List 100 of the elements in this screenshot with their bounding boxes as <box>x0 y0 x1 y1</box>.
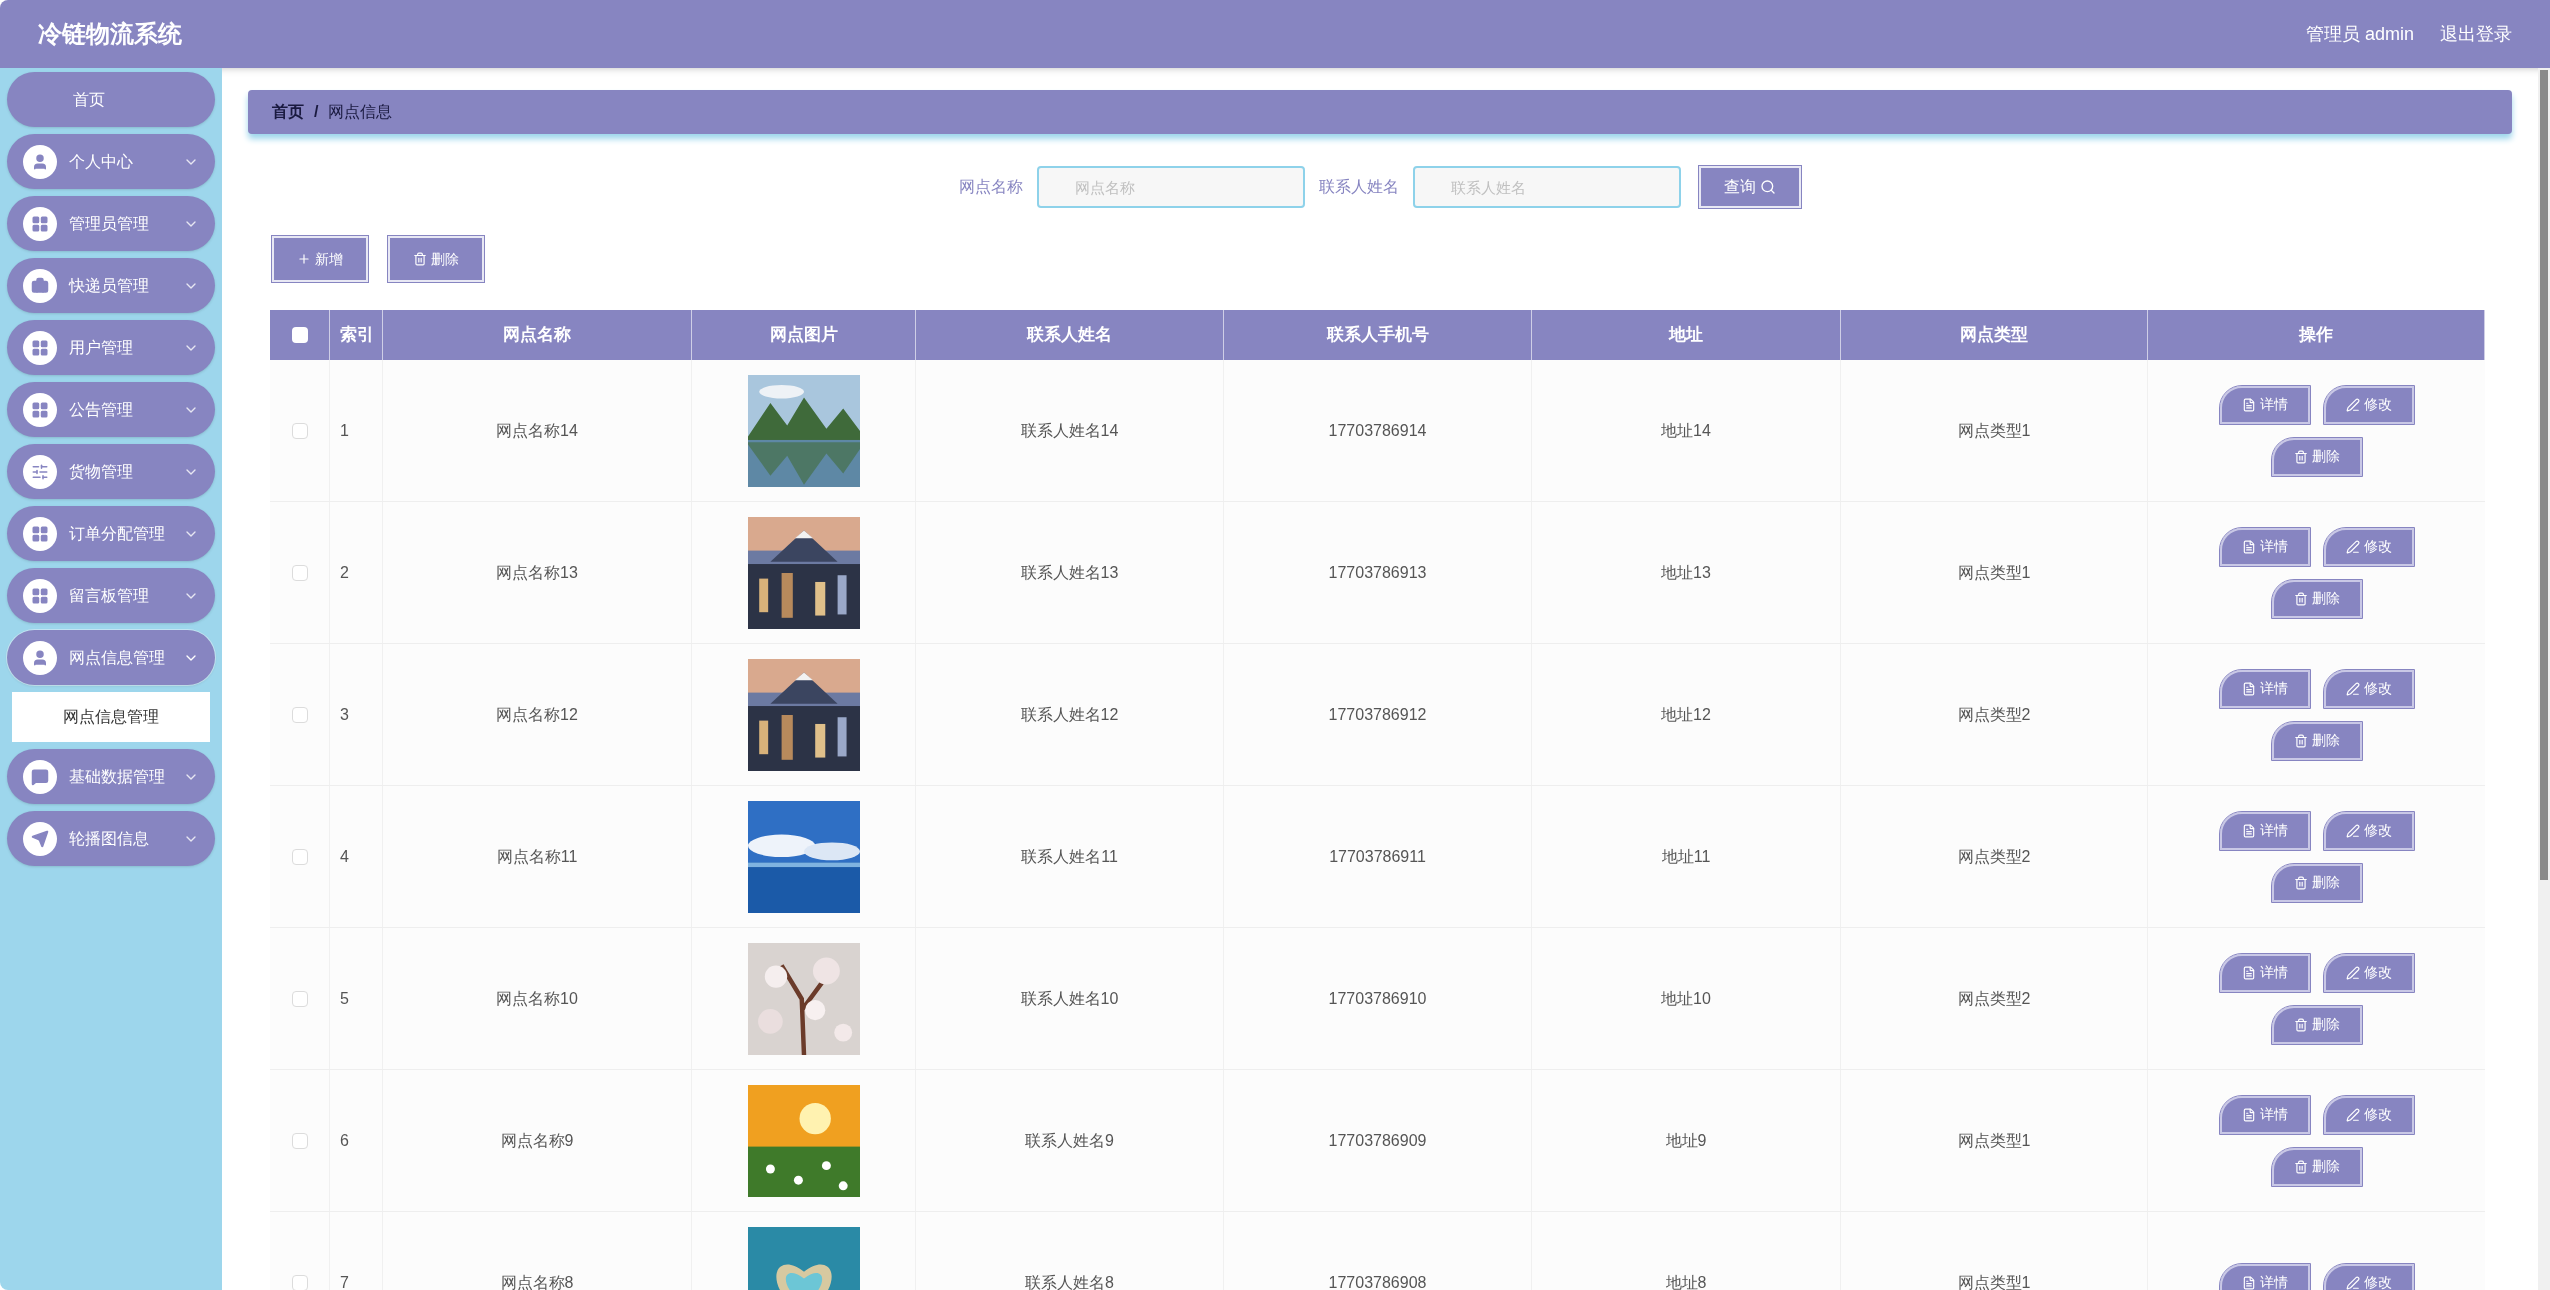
table-cell-text: 联系人姓名12 <box>1020 704 1119 725</box>
table-cell-text: 17703786908 <box>1328 1272 1427 1290</box>
delete-button[interactable]: 删除 <box>2271 863 2362 902</box>
column-header: 网点类型 <box>1960 324 2028 347</box>
delete-button[interactable]: 删除 <box>388 236 484 282</box>
row-checkbox[interactable] <box>291 1132 308 1149</box>
grid-icon <box>23 392 57 427</box>
send-icon <box>23 821 57 856</box>
document-icon <box>2241 539 2256 554</box>
scrollbar[interactable] <box>2538 68 2550 1290</box>
details-button[interactable]: 详情 <box>2219 1095 2310 1134</box>
table-cell-text: 网点类型1 <box>1957 562 2031 583</box>
document-icon <box>2241 397 2256 412</box>
document-icon <box>2241 965 2256 980</box>
details-button[interactable]: 详情 <box>2219 953 2310 992</box>
table-cell-text: 7 <box>340 1272 349 1290</box>
edit-button[interactable]: 修改 <box>2323 953 2414 992</box>
edit-button[interactable]: 修改 <box>2323 811 2414 850</box>
sidebar-item[interactable]: 快递员管理 <box>7 258 215 313</box>
row-checkbox[interactable] <box>291 706 308 723</box>
table-cell-text: 地址13 <box>1661 562 1711 583</box>
column-header: 地址 <box>1669 324 1703 347</box>
pencil-icon <box>2345 965 2360 980</box>
table-cell-text: 网点类型2 <box>1957 846 2031 867</box>
column-header: 网点图片 <box>769 324 838 347</box>
details-button[interactable]: 详情 <box>2219 811 2310 850</box>
edit-button[interactable]: 修改 <box>2323 1263 2414 1290</box>
row-checkbox[interactable] <box>291 422 308 439</box>
search-button[interactable]: 查询 <box>1699 166 1801 208</box>
table-cell-text: 网点类型1 <box>1957 420 2031 441</box>
details-button[interactable]: 详情 <box>2219 669 2310 708</box>
grid-icon <box>23 578 57 613</box>
sidebar-item[interactable]: 管理员管理 <box>7 196 215 251</box>
details-button[interactable]: 详情 <box>2219 385 2310 424</box>
details-button[interactable]: 详情 <box>2219 1263 2310 1290</box>
table-cell-text: 联系人姓名8 <box>1025 1272 1114 1290</box>
table-cell-text: 网点名称12 <box>496 704 578 725</box>
add-button[interactable]: 新增 <box>272 236 368 282</box>
person-icon <box>23 144 57 179</box>
pencil-icon <box>2345 539 2360 554</box>
sidebar-item[interactable]: 公告管理 <box>7 382 215 437</box>
user-label: 管理员 admin <box>2305 22 2414 46</box>
grid-icon <box>23 330 57 365</box>
grid-icon <box>23 206 57 241</box>
table-cell-text: 网点类型2 <box>1957 988 2031 1009</box>
sidebar-item[interactable]: 订单分配管理 <box>7 506 215 561</box>
sidebar-item[interactable]: 轮播图信息 <box>7 811 215 866</box>
sidebar-item[interactable]: 留言板管理 <box>7 568 215 623</box>
edit-button[interactable]: 修改 <box>2323 527 2414 566</box>
pencil-icon <box>2345 397 2360 412</box>
table-cell-text: 地址9 <box>1665 1130 1707 1151</box>
table-cell-text: 网点名称11 <box>496 846 578 867</box>
document-icon <box>2241 1275 2256 1290</box>
row-checkbox[interactable] <box>291 848 308 865</box>
table-cell-text: 5 <box>340 988 349 1009</box>
trash-icon <box>413 252 427 266</box>
table-cell-text: 网点名称8 <box>500 1272 574 1290</box>
edit-button[interactable]: 修改 <box>2323 385 2414 424</box>
table-cell-text: 网点名称13 <box>496 562 578 583</box>
document-icon <box>2241 681 2256 696</box>
table-cell-text: 网点类型1 <box>1957 1130 2031 1151</box>
column-header: 联系人姓名 <box>1027 324 1112 347</box>
details-button[interactable]: 详情 <box>2219 527 2310 566</box>
table-cell-text: 联系人姓名13 <box>1020 562 1119 583</box>
sidebar-item[interactable]: 网点信息管理 <box>7 630 215 685</box>
trash-icon <box>2293 1017 2308 1032</box>
sidebar-item[interactable]: 基础数据管理 <box>7 749 215 804</box>
logout-link[interactable]: 退出登录 <box>2440 20 2512 48</box>
edit-button[interactable]: 修改 <box>2323 669 2414 708</box>
breadcrumb-item[interactable]: 首页 <box>272 100 304 124</box>
delete-button[interactable]: 删除 <box>2271 721 2362 760</box>
field-label: 联系人姓名 <box>1319 177 1399 197</box>
row-checkbox[interactable] <box>291 990 308 1007</box>
column-header: 联系人手机号 <box>1326 324 1429 347</box>
delete-button[interactable]: 删除 <box>2271 579 2362 618</box>
submenu-item[interactable]: 网点信息管理 <box>12 692 210 742</box>
table-cell-text: 17703786909 <box>1328 1130 1427 1151</box>
row-checkbox[interactable] <box>291 564 308 581</box>
document-icon <box>2241 1107 2256 1122</box>
column-header: 索引 <box>340 324 374 347</box>
trash-icon <box>2293 1159 2308 1174</box>
table-cell-text: 17703786911 <box>1329 846 1426 867</box>
sidebar-item[interactable]: 用户管理 <box>7 320 215 375</box>
row-checkbox[interactable] <box>291 1274 308 1290</box>
header-checkbox[interactable] <box>291 327 308 343</box>
table-cell-text: 地址8 <box>1665 1272 1707 1290</box>
table-cell-text: 17703786910 <box>1328 988 1427 1009</box>
table-cell-text: 地址10 <box>1661 988 1711 1009</box>
pencil-icon <box>2345 823 2360 838</box>
delete-button[interactable]: 删除 <box>2271 1147 2362 1186</box>
sidebar-item[interactable]: 首页 <box>7 72 215 127</box>
edit-button[interactable]: 修改 <box>2323 1095 2414 1134</box>
table-cell-text: 4 <box>340 846 349 867</box>
plus-icon <box>297 252 311 266</box>
table-cell-text: 地址12 <box>1661 704 1711 725</box>
delete-button[interactable]: 删除 <box>2271 1005 2362 1044</box>
sidebar-item[interactable]: 货物管理 <box>7 444 215 499</box>
delete-button[interactable]: 删除 <box>2271 437 2362 476</box>
breadcrumb-separator: / <box>314 102 319 122</box>
sidebar-item[interactable]: 个人中心 <box>7 134 215 189</box>
